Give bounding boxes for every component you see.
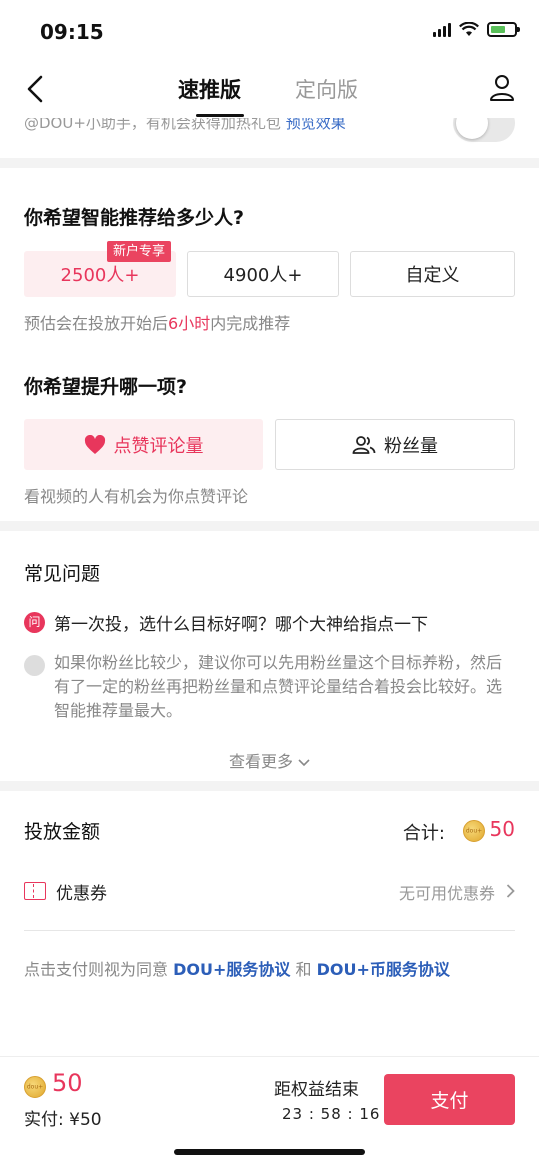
status-icons (433, 22, 520, 37)
tab-quick-promote[interactable]: 速推版 (178, 74, 241, 104)
nav-bar: 速推版 定向版 (0, 62, 539, 118)
payment-card: 投放金额 合计: 50 优惠券 无可用优惠券 点击支付则视为同意 DOU+服务协… (0, 791, 539, 1056)
audience-option-custom[interactable]: 自定义 (350, 251, 515, 297)
coupon-value[interactable]: 无可用优惠券 (399, 880, 495, 904)
chevron-down-icon (298, 759, 310, 767)
benefit-end-label: 距权益结束 (274, 1080, 359, 1100)
goal-option-likes-comments[interactable]: 点赞评论量 (24, 419, 263, 470)
divider (24, 930, 515, 931)
home-indicator (174, 1149, 365, 1155)
agreement-text: 点击支付则视为同意 DOU+服务协议 和 DOU+币服务协议 (24, 960, 450, 979)
bottom-pay-bar: 50 实付: ¥50 距权益结束 23 : 58 : 16 支付 (0, 1056, 539, 1164)
audience-option-4900[interactable]: 4900人+ (187, 251, 339, 297)
goal-question: 你希望提升哪一项? (24, 376, 188, 398)
audience-option-2500[interactable]: 2500人+ 新户专享 (24, 241, 176, 297)
tab-targeted[interactable]: 定向版 (295, 74, 358, 104)
answer-avatar-icon (24, 655, 45, 676)
dou-coin-icon (463, 820, 485, 842)
bottom-amount: 50 (52, 1069, 83, 1097)
payment-amount-title: 投放金额 (24, 821, 101, 843)
coupon-label[interactable]: 优惠券 (56, 879, 107, 904)
faq-answer: 如果你粉丝比较少，建议你可以先用粉丝量这个目标养粉，然后有了一定的粉丝再把粉丝量… (54, 653, 503, 720)
actual-paid: 实付: ¥50 (24, 1110, 102, 1130)
status-time: 09:15 (40, 20, 104, 44)
countdown-timer: 23 : 58 : 16 (282, 1105, 381, 1123)
chevron-right-icon[interactable] (506, 884, 515, 898)
faq-card: 常见问题 问 第一次投，选什么目标好啊？哪个大神给指点一下 如果你粉丝比较少，建… (0, 531, 539, 781)
users-icon (352, 435, 376, 455)
question-icon: 问 (24, 612, 45, 633)
goal-option-followers[interactable]: 粉丝量 (275, 419, 515, 470)
faq-title: 常见问题 (24, 563, 101, 585)
dou-coin-agreement-link[interactable]: DOU+币服务协议 (317, 960, 450, 979)
assistant-gift-text: @DOU+小助手，有机会获得加热礼包 预览效果 (24, 118, 346, 133)
heart-icon (84, 434, 106, 455)
wifi-icon (459, 22, 479, 36)
active-tab-indicator (196, 114, 244, 117)
status-bar: 09:15 (0, 0, 539, 62)
back-arrow-icon[interactable] (22, 74, 52, 104)
promotion-settings-card: 你希望智能推荐给多少人? 2500人+ 新户专享 4900人+ 自定义 预估会在… (0, 168, 539, 521)
previous-section-strip: @DOU+小助手，有机会获得加热礼包 预览效果 (0, 118, 539, 158)
total-value: 50 (489, 817, 515, 841)
gift-toggle[interactable] (453, 118, 515, 142)
audience-question: 你希望智能推荐给多少人? (24, 207, 245, 229)
faq-question: 第一次投，选什么目标好啊？哪个大神给指点一下 (54, 615, 428, 635)
coupon-icon (24, 882, 46, 900)
preview-effect-link[interactable]: 预览效果 (286, 118, 346, 132)
user-icon[interactable] (487, 72, 517, 104)
cellular-signal-icon (433, 22, 451, 37)
audience-hint: 预估会在投放开始后6小时内完成推荐 (24, 314, 291, 333)
new-user-badge: 新户专享 (107, 241, 172, 262)
battery-icon (487, 22, 520, 37)
goal-hint: 看视频的人有机会为你点赞评论 (24, 487, 249, 506)
dou-service-agreement-link[interactable]: DOU+服务协议 (173, 960, 290, 979)
dou-coin-icon (24, 1076, 46, 1098)
total-label: 合计: (402, 823, 445, 844)
view-more-link[interactable]: 查看更多 (0, 748, 539, 772)
pay-button[interactable]: 支付 (384, 1074, 515, 1125)
